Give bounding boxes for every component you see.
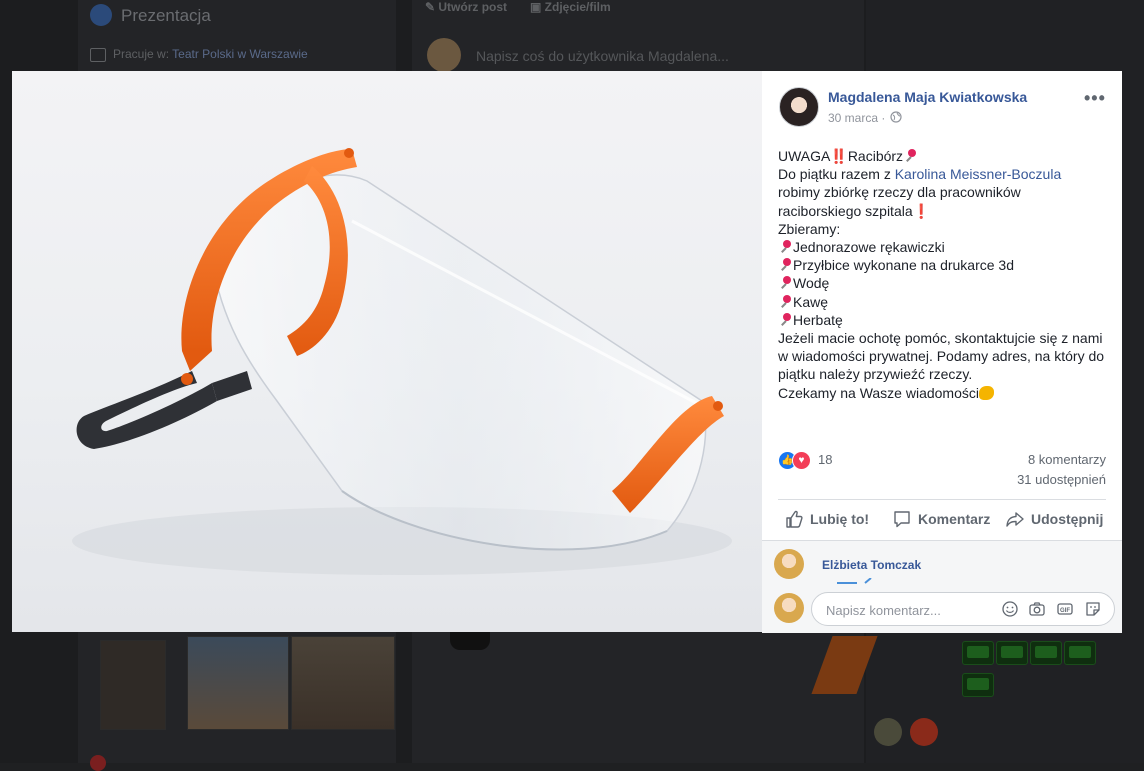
author-name-link[interactable]: Magdalena Maja Kwiatkowska — [828, 89, 1027, 105]
post-line-2-text: Do piątku razem z — [778, 166, 895, 183]
speech-bubble-icon — [894, 511, 910, 528]
photo-thumb-2[interactable] — [187, 636, 289, 730]
work-place-link[interactable]: Teatr Polski w Warszawie — [172, 47, 308, 61]
comment-button[interactable]: Komentarz — [892, 509, 990, 529]
list-item: Wodę — [778, 274, 1110, 292]
post-line-1: UWAGA‼️Racibórz — [778, 147, 1110, 165]
date-separator: · — [881, 111, 886, 125]
post-date-text: 30 marca — [828, 111, 879, 125]
list-item: Herbatę — [778, 311, 1110, 329]
divider — [778, 499, 1106, 500]
commenter-avatar[interactable] — [774, 549, 804, 579]
list-item: Kawę — [778, 293, 1110, 311]
post-line-3: robimy zbiórkę rzeczy dla pracowników — [778, 184, 1021, 201]
photo-video-label: Zdjęcie/film — [544, 0, 611, 14]
post-line-4: raciborskiego szpitala❗ — [778, 202, 1110, 220]
comments-count-link[interactable]: 8 komentarzy — [1028, 452, 1106, 467]
post-panel: Magdalena Maja Kwiatkowska 30 marca · ••… — [762, 71, 1122, 633]
thumbs-up-icon — [786, 510, 803, 528]
sticker-1[interactable] — [962, 641, 994, 665]
comment-input-box[interactable]: GIF — [811, 592, 1115, 626]
shares-count-link[interactable]: 31 udostępnień — [1017, 472, 1106, 487]
photo-viewer: Magdalena Maja Kwiatkowska 30 marca · ••… — [12, 71, 1122, 633]
svg-text:GIF: GIF — [1060, 608, 1070, 614]
photo-thumb-1[interactable] — [100, 640, 166, 730]
post-line-5: Zbieramy: — [778, 220, 841, 237]
post-photo[interactable] — [12, 71, 762, 632]
sticker-5[interactable] — [962, 673, 994, 697]
share-label: Udostępnij — [1031, 511, 1104, 527]
contact-avatar[interactable] — [874, 718, 902, 746]
photo-thumb-3[interactable] — [291, 636, 395, 730]
current-user-avatar — [774, 593, 804, 623]
pushpin-icon — [778, 240, 792, 254]
post-closing-text: Czekamy na Wasze wiadomości — [778, 384, 979, 401]
post-paragraph-2: Jeżeli macie ochotę pomóc, skontaktujcie… — [778, 330, 1105, 383]
face-shield-image — [72, 148, 732, 575]
share-arrow-icon — [1006, 512, 1024, 527]
author-avatar[interactable] — [779, 87, 819, 127]
smiley-icon[interactable] — [1001, 600, 1019, 618]
like-label: Lubię to! — [810, 511, 870, 527]
list-item-text: Kawę — [793, 293, 829, 310]
comments-section: Elżbieta Tomczak GIF — [762, 540, 1122, 633]
pushpin-icon — [778, 294, 792, 309]
post-body: UWAGA‼️Racibórz Do piątku razem z Karoli… — [778, 147, 1110, 402]
create-post-tab[interactable]: ✎ Utwórz post — [425, 0, 507, 14]
reaction-count: 18 — [818, 452, 833, 467]
gif-icon[interactable]: GIF — [1056, 600, 1074, 618]
post-line-2: Do piątku razem z Karolina Meissner-Bocz… — [778, 165, 1110, 183]
intro-title: Prezentacja — [121, 6, 211, 25]
more-options-icon[interactable]: ••• — [1084, 88, 1106, 109]
list-item: Przyłbice wykonane na drukarce 3d — [778, 256, 1110, 274]
pushpin-icon — [778, 276, 792, 290]
list-item-text: Przyłbice wykonane na drukarce 3d — [793, 257, 1015, 274]
post-date[interactable]: 30 marca · — [828, 111, 885, 125]
post-closing: Czekamy na Wasze wiadomości — [778, 384, 1110, 402]
comment-label: Komentarz — [918, 511, 991, 527]
composer-avatar — [427, 38, 461, 72]
tagged-person-link[interactable]: Karolina Meissner-Boczula — [895, 166, 1062, 182]
section-icon — [90, 755, 106, 771]
pushpin-icon — [778, 312, 792, 327]
comment-input[interactable] — [824, 599, 998, 621]
flexed-biceps-icon — [979, 385, 994, 400]
post-city: Racibórz — [847, 148, 904, 164]
list-item-text: Herbatę — [793, 311, 843, 328]
work-info[interactable]: Pracuje w: Teatr Polski w Warszawie — [113, 47, 308, 61]
bg-visor-strap — [450, 632, 490, 650]
list-item: Jednorazowe rękawiczki — [778, 238, 1110, 256]
comment-emoji-icon — [837, 578, 872, 584]
briefcase-icon — [90, 48, 106, 62]
create-post-label: Utwórz post — [438, 0, 508, 14]
post-headline: UWAGA — [778, 148, 831, 164]
share-button[interactable]: Udostępnij — [1005, 509, 1103, 529]
composer-input[interactable]: Napisz coś do użytkownika Magdalena... — [476, 48, 729, 64]
camera-icon[interactable] — [1028, 600, 1046, 618]
work-prefix: Pracuje w: — [113, 47, 173, 61]
like-button[interactable]: Lubię to! — [784, 509, 869, 529]
list-item-text: Jednorazowe rękawiczki — [793, 239, 945, 256]
double-exclamation-icon: ‼️ — [830, 148, 848, 164]
exclamation-icon: ❗ — [912, 202, 931, 219]
post-line-4-text: raciborskiego szpitala — [778, 202, 913, 219]
sticker-icon[interactable] — [1084, 600, 1102, 618]
pushpin-icon — [903, 149, 917, 163]
globe-icon — [890, 111, 902, 123]
sticker-4[interactable] — [1064, 641, 1096, 665]
sticker-2[interactable] — [996, 641, 1028, 665]
intro-icon — [90, 4, 112, 26]
sticker-3[interactable] — [1030, 641, 1062, 665]
love-reaction-icon: ♥ — [792, 451, 811, 470]
photo-video-tab[interactable]: ▣ Zdjęcie/film — [530, 0, 611, 14]
commenter-name-link[interactable]: Elżbieta Tomczak — [822, 558, 921, 572]
pushpin-icon — [778, 258, 792, 272]
strawberry-icon[interactable] — [910, 718, 938, 746]
list-item-text: Wodę — [793, 275, 830, 292]
